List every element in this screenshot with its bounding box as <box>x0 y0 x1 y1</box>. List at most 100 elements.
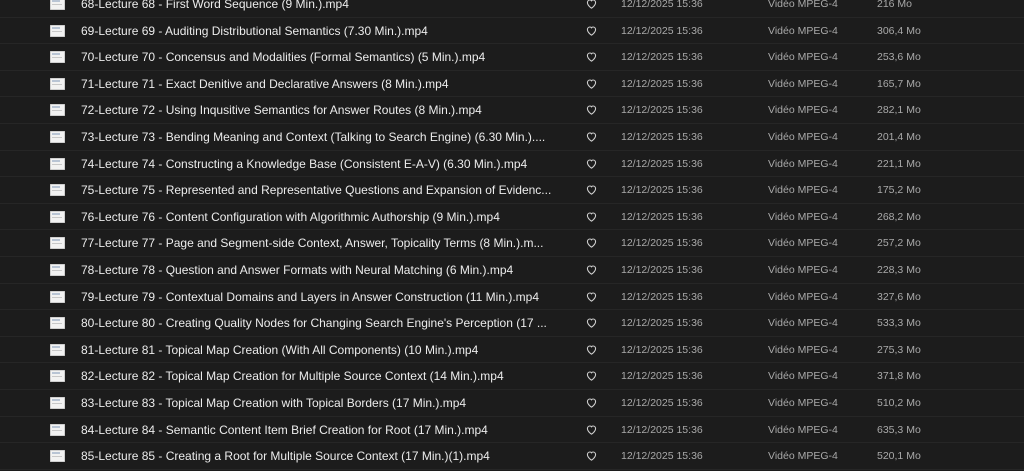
file-name[interactable]: 73-Lecture 73 - Bending Meaning and Cont… <box>81 129 566 145</box>
file-size: 268,2 Mo <box>877 210 921 223</box>
file-name[interactable]: 72-Lecture 72 - Using Inqusitive Semanti… <box>81 102 566 118</box>
file-row[interactable]: 75-Lecture 75 - Represented and Represen… <box>0 177 1024 204</box>
file-name[interactable]: 77-Lecture 77 - Page and Segment-side Co… <box>81 235 566 251</box>
file-size: 282,1 Mo <box>877 104 921 117</box>
heart-icon[interactable] <box>585 50 598 63</box>
file-name[interactable]: 80-Lecture 80 - Creating Quality Nodes f… <box>81 315 566 331</box>
video-file-icon <box>50 130 65 143</box>
heart-icon[interactable] <box>585 316 598 329</box>
file-date: 12/12/2025 15:36 <box>621 396 703 409</box>
file-date: 12/12/2025 15:36 <box>621 210 703 223</box>
video-file-icon <box>50 450 65 463</box>
video-file-icon <box>50 290 65 303</box>
file-type: Vidéo MPEG-4 <box>768 317 838 330</box>
file-row[interactable]: 71-Lecture 71 - Exact Denitive and Decla… <box>0 71 1024 98</box>
file-type: Vidéo MPEG-4 <box>768 130 838 143</box>
file-date: 12/12/2025 15:36 <box>621 24 703 37</box>
file-name[interactable]: 84-Lecture 84 - Semantic Content Item Br… <box>81 422 566 438</box>
video-file-icon <box>50 157 65 170</box>
file-date: 12/12/2025 15:36 <box>621 104 703 117</box>
file-name[interactable]: 76-Lecture 76 - Content Configuration wi… <box>81 209 566 225</box>
heart-icon[interactable] <box>585 263 598 276</box>
file-row[interactable]: 82-Lecture 82 - Topical Map Creation for… <box>0 363 1024 390</box>
file-type: Vidéo MPEG-4 <box>768 237 838 250</box>
file-row[interactable]: 85-Lecture 85 - Creating a Root for Mult… <box>0 443 1024 470</box>
file-type: Vidéo MPEG-4 <box>768 343 838 356</box>
file-row[interactable]: 68-Lecture 68 - First Word Sequence (9 M… <box>0 0 1024 18</box>
file-size: 306,4 Mo <box>877 24 921 37</box>
file-type: Vidéo MPEG-4 <box>768 0 838 10</box>
heart-icon[interactable] <box>585 449 598 462</box>
heart-icon[interactable] <box>585 157 598 170</box>
video-file-icon <box>50 237 65 250</box>
file-type: Vidéo MPEG-4 <box>768 450 838 463</box>
video-file-icon <box>50 0 65 10</box>
file-name[interactable]: 71-Lecture 71 - Exact Denitive and Decla… <box>81 76 566 92</box>
file-row[interactable]: 84-Lecture 84 - Semantic Content Item Br… <box>0 417 1024 444</box>
file-name[interactable]: 68-Lecture 68 - First Word Sequence (9 M… <box>81 0 566 12</box>
file-row[interactable]: 70-Lecture 70 - Concensus and Modalities… <box>0 44 1024 71</box>
file-type: Vidéo MPEG-4 <box>768 290 838 303</box>
file-row[interactable]: 78-Lecture 78 - Question and Answer Form… <box>0 257 1024 284</box>
file-type: Vidéo MPEG-4 <box>768 370 838 383</box>
file-date: 12/12/2025 15:36 <box>621 423 703 436</box>
file-date: 12/12/2025 15:36 <box>621 343 703 356</box>
file-type: Vidéo MPEG-4 <box>768 184 838 197</box>
video-file-icon <box>50 423 65 436</box>
heart-icon[interactable] <box>585 0 598 10</box>
file-size: 510,2 Mo <box>877 396 921 409</box>
heart-icon[interactable] <box>585 130 598 143</box>
file-size: 201,4 Mo <box>877 130 921 143</box>
file-row[interactable]: 74-Lecture 74 - Constructing a Knowledge… <box>0 151 1024 178</box>
file-name[interactable]: 83-Lecture 83 - Topical Map Creation wit… <box>81 395 566 411</box>
file-date: 12/12/2025 15:36 <box>621 51 703 64</box>
file-date: 12/12/2025 15:36 <box>621 77 703 90</box>
file-name[interactable]: 82-Lecture 82 - Topical Map Creation for… <box>81 368 566 384</box>
file-date: 12/12/2025 15:36 <box>621 317 703 330</box>
file-row[interactable]: 69-Lecture 69 - Auditing Distributional … <box>0 18 1024 45</box>
file-row[interactable]: 81-Lecture 81 - Topical Map Creation (Wi… <box>0 337 1024 364</box>
heart-icon[interactable] <box>585 343 598 356</box>
video-file-icon <box>50 51 65 64</box>
heart-icon[interactable] <box>585 103 598 116</box>
file-date: 12/12/2025 15:36 <box>621 450 703 463</box>
file-row[interactable]: 79-Lecture 79 - Contextual Domains and L… <box>0 284 1024 311</box>
file-row[interactable]: 73-Lecture 73 - Bending Meaning and Cont… <box>0 124 1024 151</box>
file-row[interactable]: 83-Lecture 83 - Topical Map Creation wit… <box>0 390 1024 417</box>
heart-icon[interactable] <box>585 24 598 37</box>
file-row[interactable]: 77-Lecture 77 - Page and Segment-side Co… <box>0 230 1024 257</box>
heart-icon[interactable] <box>585 369 598 382</box>
heart-icon[interactable] <box>585 210 598 223</box>
file-type: Vidéo MPEG-4 <box>768 263 838 276</box>
file-name[interactable]: 74-Lecture 74 - Constructing a Knowledge… <box>81 156 566 172</box>
file-size: 533,3 Mo <box>877 317 921 330</box>
file-row[interactable]: 80-Lecture 80 - Creating Quality Nodes f… <box>0 310 1024 337</box>
file-name[interactable]: 75-Lecture 75 - Represented and Represen… <box>81 182 566 198</box>
heart-icon[interactable] <box>585 396 598 409</box>
file-name[interactable]: 69-Lecture 69 - Auditing Distributional … <box>81 23 566 39</box>
file-size: 228,3 Mo <box>877 263 921 276</box>
file-date: 12/12/2025 15:36 <box>621 290 703 303</box>
file-name[interactable]: 85-Lecture 85 - Creating a Root for Mult… <box>81 448 566 464</box>
file-name[interactable]: 81-Lecture 81 - Topical Map Creation (Wi… <box>81 342 566 358</box>
file-name[interactable]: 70-Lecture 70 - Concensus and Modalities… <box>81 49 566 65</box>
file-row[interactable]: 72-Lecture 72 - Using Inqusitive Semanti… <box>0 97 1024 124</box>
file-size: 221,1 Mo <box>877 157 921 170</box>
file-type: Vidéo MPEG-4 <box>768 396 838 409</box>
file-date: 12/12/2025 15:36 <box>621 130 703 143</box>
heart-icon[interactable] <box>585 236 598 249</box>
file-type: Vidéo MPEG-4 <box>768 210 838 223</box>
file-type: Vidéo MPEG-4 <box>768 423 838 436</box>
file-size: 165,7 Mo <box>877 77 921 90</box>
file-size: 216 Mo <box>877 0 913 10</box>
heart-icon[interactable] <box>585 183 598 196</box>
file-name[interactable]: 79-Lecture 79 - Contextual Domains and L… <box>81 289 566 305</box>
heart-icon[interactable] <box>585 77 598 90</box>
heart-icon[interactable] <box>585 290 598 303</box>
file-size: 253,6 Mo <box>877 51 921 64</box>
file-size: 635,3 Mo <box>877 423 921 436</box>
file-size: 257,2 Mo <box>877 237 921 250</box>
file-name[interactable]: 78-Lecture 78 - Question and Answer Form… <box>81 262 566 278</box>
file-row[interactable]: 76-Lecture 76 - Content Configuration wi… <box>0 204 1024 231</box>
heart-icon[interactable] <box>585 423 598 436</box>
